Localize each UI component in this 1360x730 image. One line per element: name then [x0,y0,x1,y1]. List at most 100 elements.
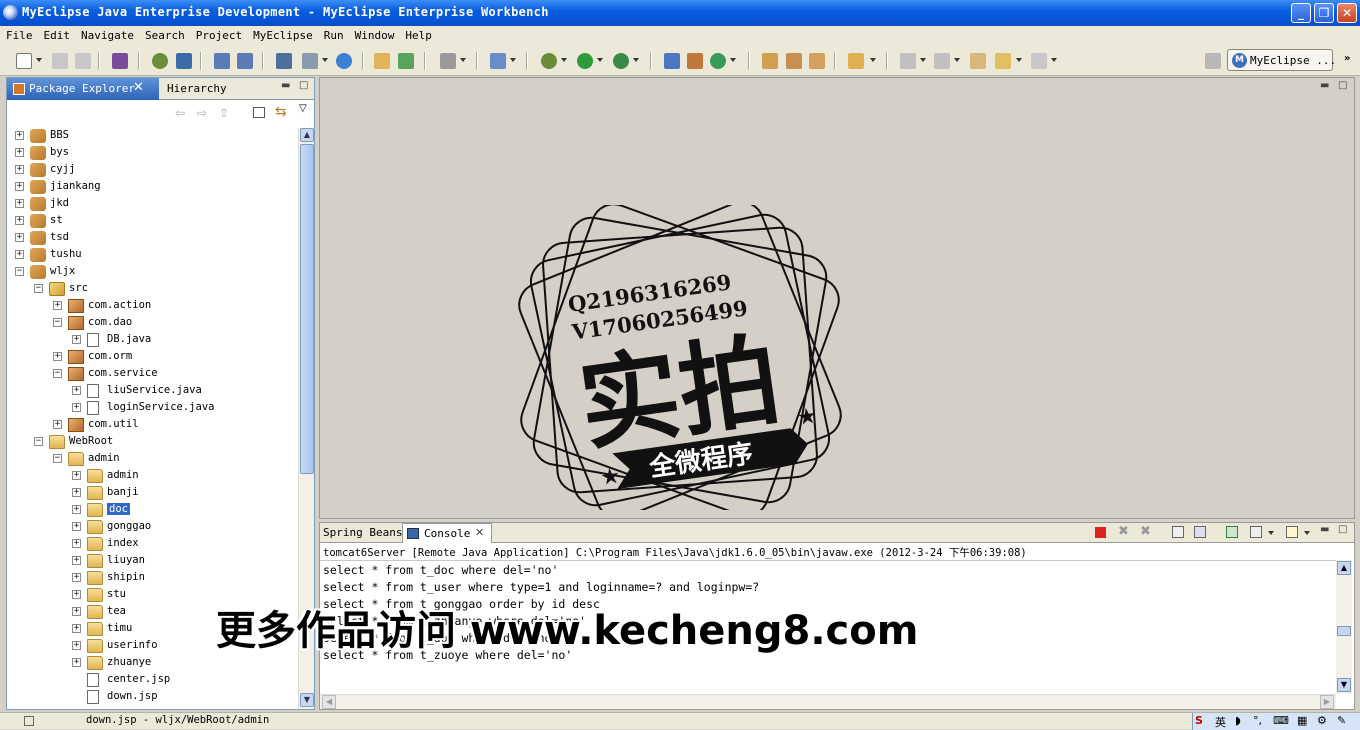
scroll-down-icon[interactable]: ▼ [1337,678,1351,692]
ime-punctuation-icon[interactable]: °, [1253,714,1262,727]
open-perspective-icon[interactable] [1205,53,1221,69]
tree-row[interactable]: + doc [7,502,297,519]
open-resource-icon[interactable] [237,53,253,69]
expand-icon[interactable]: + [72,522,81,531]
scroll-thumb[interactable] [300,144,314,474]
add-folder-icon[interactable] [398,53,414,69]
dropdown-arrow-icon[interactable] [322,58,328,62]
expand-icon[interactable]: + [15,182,24,191]
collapse-icon[interactable]: − [53,369,62,378]
new-icon[interactable] [16,53,32,69]
run-icon[interactable] [577,53,593,69]
last-edit-icon[interactable] [970,53,986,69]
tree-row[interactable]: + gonggao [7,519,297,536]
expand-icon[interactable]: + [72,505,81,514]
tree-row[interactable]: + liuService.java [7,383,297,400]
dropdown-arrow-icon[interactable] [1304,531,1310,535]
tree-row[interactable]: + liuyan [7,553,297,570]
new-project-icon[interactable] [276,53,292,69]
remove-all-icon[interactable]: ✖ [1140,524,1151,539]
back-icon[interactable] [995,53,1011,69]
display-console-icon[interactable] [1250,526,1262,538]
tab-package-explorer[interactable]: Package Explorer ✕ [7,78,159,100]
expand-icon[interactable]: + [53,301,62,310]
dropdown-arrow-icon[interactable] [1051,58,1057,62]
ime-logo-icon[interactable]: S [1195,714,1203,727]
expand-icon[interactable]: + [72,658,81,667]
dropdown-arrow-icon[interactable] [1016,58,1022,62]
tree-row[interactable]: + shipin [7,570,297,587]
console-vertical-scrollbar[interactable]: ▲ ▼ [1336,560,1352,694]
expand-icon[interactable]: + [72,641,81,650]
deploy-icon[interactable] [112,53,128,69]
tree-row[interactable]: − src [7,281,297,298]
new-wizard-icon[interactable] [490,53,506,69]
tree-row[interactable]: + admin [7,468,297,485]
folder-tools-icon[interactable] [848,53,864,69]
close-button[interactable]: ✕ [1337,3,1357,23]
clear-console-icon[interactable] [1172,526,1184,538]
expand-icon[interactable]: + [72,590,81,599]
collapse-icon[interactable]: − [53,454,62,463]
new-interface-icon[interactable] [710,53,726,69]
tree-row[interactable]: + index [7,536,297,553]
tree-row[interactable]: + jkd [7,196,297,213]
expand-icon[interactable]: + [15,199,24,208]
menu-project[interactable]: Project [190,26,247,42]
expand-icon[interactable]: + [72,624,81,633]
expand-icon[interactable]: + [72,386,81,395]
expand-icon[interactable]: + [15,216,24,225]
expand-icon[interactable]: + [53,352,62,361]
tree-row[interactable]: + com.orm [7,349,297,366]
menu-help[interactable]: Help [399,26,437,42]
close-icon[interactable]: ✕ [133,80,144,95]
dropdown-arrow-icon[interactable] [460,58,466,62]
open-console-icon[interactable] [1286,526,1298,538]
dropdown-arrow-icon[interactable] [954,58,960,62]
keyboard-icon[interactable]: ⌨ [1273,714,1289,727]
tab-console[interactable]: Console ✕ [402,523,492,543]
new-package-icon[interactable] [687,53,703,69]
tree-row[interactable]: + com.util [7,417,297,434]
maximize-button[interactable]: ❐ [1314,3,1334,23]
dropdown-arrow-icon[interactable] [597,58,603,62]
tree-row[interactable]: + tsd [7,230,297,247]
menu-file[interactable]: File [0,26,38,42]
new-file-icon[interactable] [302,53,318,69]
collapse-icon[interactable]: − [15,267,24,276]
maximize-editor-icon[interactable]: □ [1338,80,1347,91]
collapse-icon[interactable]: − [34,437,43,446]
open-type-icon[interactable] [214,53,230,69]
view-menu-icon[interactable]: ▽ [299,103,307,114]
debug-server-icon[interactable] [152,53,168,69]
menu-window[interactable]: Window [349,26,400,42]
scroll-up-icon[interactable]: ▲ [1337,561,1351,575]
open-task-icon[interactable] [762,53,778,69]
edit-icon[interactable] [809,53,825,69]
tree-row[interactable]: + jiankang [7,179,297,196]
debug-icon[interactable] [541,53,557,69]
minimize-console-icon[interactable]: ▬ [1320,524,1329,535]
dropdown-arrow-icon[interactable] [920,58,926,62]
fast-view-icon[interactable] [24,716,34,726]
tree-row[interactable]: − WebRoot [7,434,297,451]
tree-row[interactable]: − admin [7,451,297,468]
back-icon[interactable]: ⇦ [175,106,185,120]
close-icon[interactable]: ✕ [475,526,484,539]
up-icon[interactable]: ⇧ [219,106,229,120]
minimize-editor-icon[interactable]: ▬ [1320,80,1329,91]
chevron-right-icon[interactable]: » [1344,53,1350,64]
search-icon[interactable] [786,53,802,69]
tree-row[interactable]: + tushu [7,247,297,264]
expand-icon[interactable]: + [15,233,24,242]
dropdown-arrow-icon[interactable] [36,58,42,62]
menu-run[interactable]: Run [318,26,349,42]
collapse-icon[interactable]: − [34,284,43,293]
browser-icon[interactable] [336,53,352,69]
tree-row[interactable]: + zhuanye [7,655,297,672]
tree-row[interactable]: center.jsp [7,672,297,689]
expand-icon[interactable]: + [72,335,81,344]
tab-spring-beans[interactable]: Spring Beans [323,526,402,539]
menu-myeclipse[interactable]: MyEclipse [247,26,318,42]
pin-console-icon[interactable] [1226,526,1238,538]
